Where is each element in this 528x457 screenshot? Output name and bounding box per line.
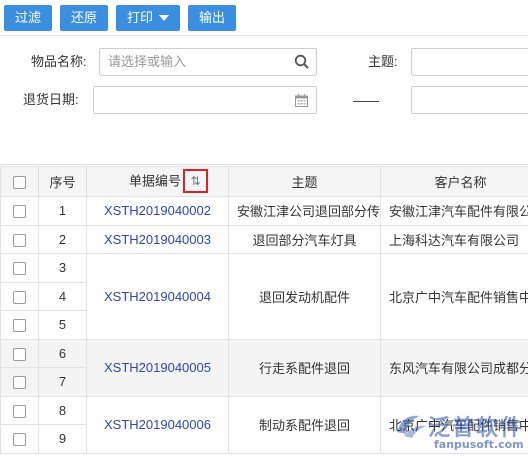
row-index: 3: [38, 253, 87, 283]
return-date-end-input[interactable]: [411, 86, 528, 114]
item-name-label: 物品名称:: [31, 54, 87, 69]
doc-no-link[interactable]: XSTH2019040005: [86, 338, 229, 397]
select-all-checkbox[interactable]: [13, 176, 26, 190]
select-all-cell: [0, 166, 39, 197]
subject-input[interactable]: [411, 48, 528, 76]
row-subject: 行走系配件退回: [228, 338, 381, 397]
row-customer: 安徽江津汽车配件有限公: [380, 196, 528, 226]
table-row[interactable]: 3 XSTH2019040004 退回发动机配件 北京广中汽车配件销售中: [0, 253, 528, 340]
row-subject: 退回部分汽车灯具: [228, 224, 381, 254]
row-customer: 东风汽车有限公司成都分: [380, 338, 528, 397]
restore-button[interactable]: 还原: [60, 5, 108, 31]
grid-table: 序号 单据编号 ⇅ 主题 客户名称 1 XSTH2019040002 安徽江津公司…: [0, 166, 528, 454]
row-index: 6: [38, 338, 87, 368]
filter-button[interactable]: 过滤: [4, 5, 52, 31]
return-date-label: 退货日期:: [23, 92, 79, 107]
row-index: 8: [38, 395, 87, 425]
column-header-doc-no[interactable]: 单据编号 ⇅: [86, 166, 229, 197]
doc-no-link[interactable]: XSTH2019040002: [86, 196, 229, 226]
calendar-icon[interactable]: [295, 94, 308, 107]
doc-no-header-label: 单据编号: [128, 172, 181, 188]
table-row[interactable]: 2 XSTH2019040003 退回部分汽车灯具 上海科达汽车有限公司: [0, 224, 528, 254]
row-index: 5: [38, 310, 87, 340]
row-checkbox[interactable]: [13, 404, 26, 418]
grid-header-row: 序号 单据编号 ⇅ 主题 客户名称: [0, 166, 528, 197]
row-customer: 北京广中汽车配件销售中: [380, 253, 528, 340]
caret-down-icon: [159, 14, 169, 21]
print-label: 打印: [126, 10, 153, 25]
row-subject: 制动系配件退回: [228, 395, 381, 454]
row-index: 7: [38, 367, 87, 397]
row-subject: 退回发动机配件: [228, 253, 381, 340]
doc-no-link[interactable]: XSTH2019040004: [86, 253, 229, 340]
return-date-start-input[interactable]: [93, 86, 317, 114]
column-header-customer[interactable]: 客户名称: [380, 166, 528, 197]
subject-label: 主题:: [368, 54, 398, 69]
row-checkbox[interactable]: [13, 376, 26, 390]
doc-no-link[interactable]: XSTH2019040003: [86, 224, 229, 254]
search-icon[interactable]: [294, 54, 310, 70]
toolbar: 过滤 还原 打印 输出: [0, 0, 528, 36]
table-row[interactable]: 1 XSTH2019040002 安徽江津公司退回部分传 安徽江津汽车配件有限公: [0, 196, 528, 226]
doc-no-link[interactable]: XSTH2019040006: [86, 395, 229, 454]
row-checkbox[interactable]: [13, 290, 26, 304]
filter-panel: 物品名称: 请选择或输入 主题: 退货日期:: [0, 37, 528, 165]
date-range-separator: [353, 101, 379, 102]
table-row[interactable]: 8 XSTH2019040006 制动系配件退回 北京广中汽车配件销售中: [0, 395, 528, 454]
item-name-placeholder: 请选择或输入: [108, 54, 187, 69]
row-subject: 安徽江津公司退回部分传: [228, 196, 381, 226]
row-index: 1: [38, 196, 87, 226]
table-row[interactable]: 6 XSTH2019040005 行走系配件退回 东风汽车有限公司成都分: [0, 338, 528, 397]
print-dropdown-button[interactable]: 打印: [116, 5, 180, 31]
row-checkbox[interactable]: [13, 262, 26, 276]
row-checkbox[interactable]: [13, 205, 26, 219]
row-index: 4: [38, 281, 87, 311]
item-name-input[interactable]: 请选择或输入: [99, 48, 317, 76]
column-header-subject[interactable]: 主题: [228, 166, 381, 197]
row-checkbox[interactable]: [13, 347, 26, 361]
sort-glyph: ⇅: [190, 173, 201, 188]
row-checkbox[interactable]: [13, 433, 26, 447]
export-button[interactable]: 输出: [188, 5, 236, 31]
row-customer: 上海科达汽车有限公司: [380, 224, 528, 254]
row-customer: 北京广中汽车配件销售中: [380, 395, 528, 454]
row-checkbox[interactable]: [13, 233, 26, 247]
data-grid: 序号 单据编号 ⇅ 主题 客户名称 1 XSTH2019040002 安徽江津公司…: [0, 166, 528, 457]
column-header-index[interactable]: 序号: [38, 166, 87, 197]
sort-icon[interactable]: ⇅: [183, 168, 208, 193]
row-checkbox[interactable]: [13, 319, 26, 333]
row-index: 9: [38, 424, 87, 454]
row-index: 2: [38, 224, 87, 254]
